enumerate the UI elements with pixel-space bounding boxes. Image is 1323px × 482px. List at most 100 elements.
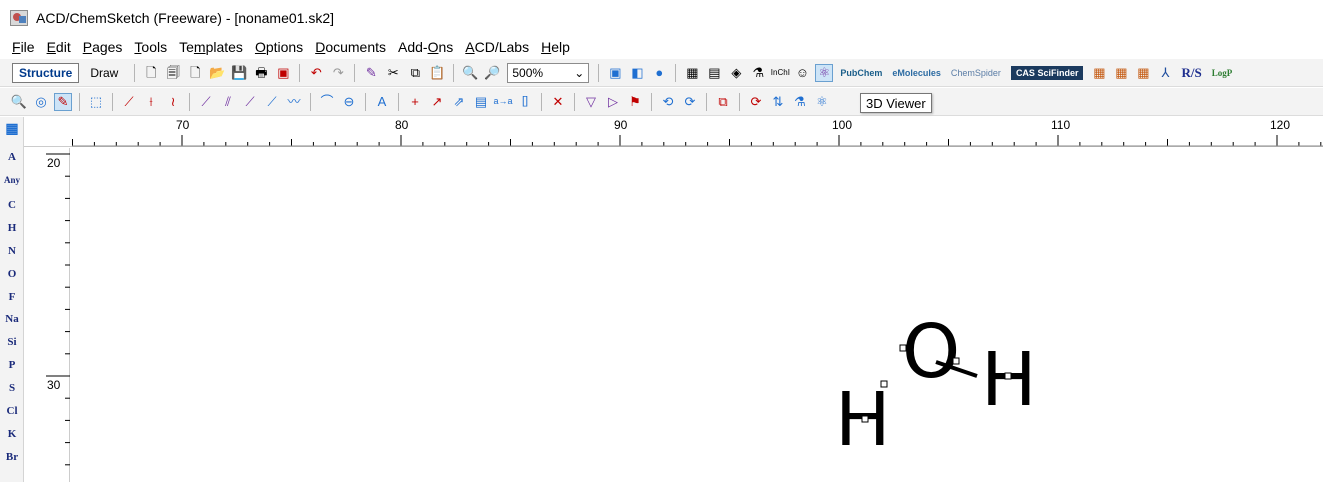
reaction-arrow-icon[interactable]: ⇗ <box>450 93 468 111</box>
axis-icon[interactable]: ⅄ <box>1156 64 1174 82</box>
reagents-icon[interactable]: ▤ <box>472 93 490 111</box>
palette-element-button[interactable]: H <box>0 222 24 234</box>
menu-item[interactable]: Documents <box>315 39 386 55</box>
lasso-icon[interactable]: ◎ <box>32 93 50 111</box>
palette-element-button[interactable]: P <box>0 359 24 371</box>
flip-icon[interactable]: ⚑ <box>626 93 644 111</box>
reaction-icon-2[interactable]: ▦ <box>1112 64 1130 82</box>
bracket-icon[interactable]: [] <box>516 93 534 111</box>
palette-element-button[interactable]: Na <box>0 313 24 325</box>
select-rotate-icon[interactable]: ⟊ <box>142 93 160 111</box>
menu-item[interactable]: Add-Ons <box>398 39 453 55</box>
emolecules-link[interactable]: eMolecules <box>892 68 941 78</box>
new-page-icon[interactable]: 🗋 <box>142 64 160 82</box>
print-icon[interactable]: 🖶 <box>252 64 270 82</box>
dictionary-icon[interactable]: ◈ <box>727 64 745 82</box>
plus-icon[interactable]: + <box>406 93 424 111</box>
bond-hashed-icon[interactable]: ⫽ <box>219 93 237 111</box>
flip-right-icon[interactable]: ▷ <box>604 93 622 111</box>
select-rect-icon[interactable]: ⬚ <box>87 93 105 111</box>
duplicate-page-icon[interactable]: 🗐 <box>164 64 182 82</box>
logp-button[interactable]: LogP <box>1212 68 1233 78</box>
palette-element-button[interactable]: Cl <box>0 405 24 417</box>
name-icon[interactable]: ⚗ <box>749 64 767 82</box>
palette-element-button[interactable]: O <box>0 268 24 280</box>
zoom-out-icon[interactable]: 🔎 <box>483 64 501 82</box>
ring-sets-icon[interactable]: ⊖ <box>340 93 358 111</box>
palette-element-button[interactable]: S <box>0 382 24 394</box>
copy-icon[interactable]: ⧉ <box>406 64 424 82</box>
pdf-icon[interactable]: ▣ <box>274 64 292 82</box>
cut-icon[interactable]: ✂ <box>384 64 402 82</box>
mirror-icon[interactable]: ⟳ <box>681 93 699 111</box>
menu-item[interactable]: Tools <box>134 39 167 55</box>
3d-optimize-icon[interactable]: ⚛ <box>813 93 831 111</box>
chain-wavy-icon[interactable]: 〰 <box>285 93 303 111</box>
menu-item[interactable]: Help <box>541 39 570 55</box>
bond-single-icon[interactable]: ⟋ <box>197 93 215 111</box>
cas-scifinder-link[interactable]: CAS SciFinder <box>1010 65 1084 80</box>
select-resize-icon[interactable]: ≀ <box>164 93 182 111</box>
atom-properties-icon[interactable]: ● <box>650 64 668 82</box>
clean-icon[interactable]: ✎ <box>362 64 380 82</box>
redo-icon[interactable]: ↷ <box>329 64 347 82</box>
select-move-icon[interactable]: ⟋ <box>120 93 138 111</box>
inchi-icon[interactable]: InChI <box>771 64 790 82</box>
grid-icon[interactable]: ▤ <box>705 64 723 82</box>
undo-icon[interactable]: ↶ <box>307 64 325 82</box>
pubchem-link[interactable]: PubChem <box>840 68 882 78</box>
zoom-select[interactable]: 500% ⌄ <box>507 62 590 83</box>
palette-element-button[interactable]: Si <box>0 336 24 348</box>
3d-viewer-icon[interactable]: ⚛ <box>815 63 834 82</box>
hydrogens-icon[interactable]: ⇅ <box>769 93 787 111</box>
draw-normal-icon[interactable]: ✎ <box>54 92 72 111</box>
ring-icon[interactable]: ⌒ <box>318 93 336 111</box>
handle-bond-left <box>880 380 888 388</box>
zoom-tool-icon[interactable]: 🔍 <box>10 93 28 111</box>
atom-mapping-icon[interactable]: a→a <box>494 93 513 111</box>
menu-item[interactable]: File <box>12 39 35 55</box>
menu-item[interactable]: ACD/Labs <box>465 39 529 55</box>
save-icon[interactable]: 💾 <box>230 64 248 82</box>
palette-element-button[interactable]: K <box>0 428 24 440</box>
paste-icon[interactable]: 📋 <box>428 64 446 82</box>
new-document-icon[interactable]: 🗋 <box>186 64 204 82</box>
reaction-icon-3[interactable]: ▦ <box>1134 64 1152 82</box>
smiles-icon[interactable]: ☺ <box>793 64 811 82</box>
drawing-canvas[interactable]: O H H <box>71 148 1323 482</box>
check-icon[interactable]: ⟳ <box>747 93 765 111</box>
menu-item[interactable]: Options <box>255 39 303 55</box>
delete-icon[interactable]: ✕ <box>549 93 567 111</box>
show-template-icon[interactable]: ◧ <box>628 64 646 82</box>
palette-element-button[interactable]: A <box>0 151 24 163</box>
handle-o <box>899 344 907 352</box>
structure-mode-button[interactable]: Structure <box>12 62 80 83</box>
palette-element-button[interactable]: C <box>0 199 24 211</box>
rotate-icon[interactable]: ⟲ <box>659 93 677 111</box>
ruler-left: 20 30 <box>44 148 70 482</box>
menu-item[interactable]: Templates <box>179 39 243 55</box>
reaction-icon-1[interactable]: ▦ <box>1090 64 1108 82</box>
zoom-in-icon[interactable]: 🔍 <box>461 64 479 82</box>
arrow-icon[interactable]: ↗ <box>428 93 446 111</box>
table-icon[interactable]: ▦ <box>683 64 701 82</box>
chain-icon[interactable]: ⟋ <box>263 93 281 111</box>
show-atoms-icon[interactable]: ▣ <box>606 64 624 82</box>
bond-wedge-icon[interactable]: ⟋ <box>241 93 259 111</box>
flip-down-icon[interactable]: ▽ <box>582 93 600 111</box>
menu-item[interactable]: Pages <box>83 39 123 55</box>
atom-numbering-icon[interactable]: A <box>373 93 391 111</box>
group-icon[interactable]: ⧉ <box>714 93 732 111</box>
chemspider-link[interactable]: ChemSpider <box>951 68 1001 78</box>
palette-element-button[interactable]: Br <box>0 451 24 463</box>
palette-element-button[interactable]: F <box>0 291 24 303</box>
rs-button[interactable]: R/S <box>1181 65 1201 81</box>
molecule-canvas[interactable]: O H H <box>71 148 1323 482</box>
menu-item[interactable]: Edit <box>47 39 71 55</box>
palette-element-button[interactable]: N <box>0 245 24 257</box>
open-folder-icon[interactable]: 📂 <box>208 64 226 82</box>
draw-mode-button[interactable]: Draw <box>83 63 125 83</box>
palette-element-button[interactable]: Any <box>0 175 24 185</box>
periodic-table-icon[interactable]: ▦ <box>0 121 24 138</box>
clean-structure-icon[interactable]: ⚗ <box>791 93 809 111</box>
